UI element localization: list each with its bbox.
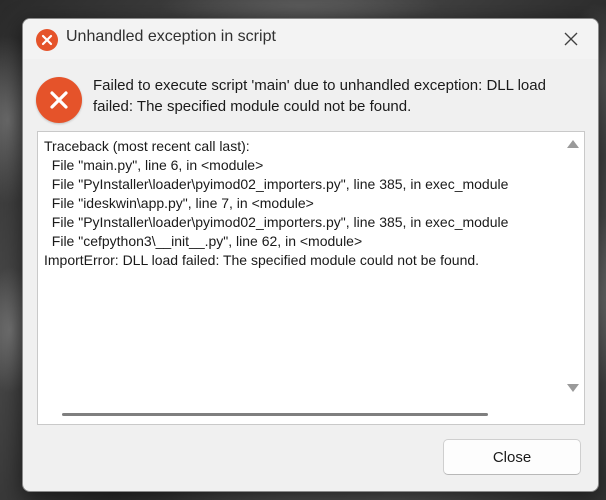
traceback-text: Traceback (most recent call last): File … [44,137,552,387]
traceback-line: File "main.py", line 6, in <module> [44,157,264,173]
scroll-down-arrow-icon[interactable] [567,384,579,392]
window-close-button[interactable] [556,25,586,53]
traceback-line: Traceback (most recent call last): [44,138,250,154]
traceback-textbox[interactable]: Traceback (most recent call last): File … [37,131,585,425]
traceback-line: File "cefpython3\__init__.py", line 62, … [44,233,363,249]
scroll-up-arrow-icon[interactable] [567,140,579,148]
horizontal-scrollbar[interactable] [38,407,562,424]
traceback-line: ImportError: DLL load failed: The specif… [44,252,480,268]
error-icon [36,77,82,123]
traceback-line: File "PyInstaller\loader\pyimod02_import… [44,214,509,230]
horizontal-scrollbar-thumb[interactable] [62,413,488,416]
traceback-line: File "ideskwin\app.py", line 7, in <modu… [44,195,314,211]
traceback-line: File "PyInstaller\loader\pyimod02_import… [44,176,509,192]
error-message: Failed to execute script 'main' due to u… [93,77,546,115]
title-bar[interactable]: Unhandled exception in script [23,19,598,59]
vertical-scrollbar[interactable] [562,132,583,407]
error-dialog: Unhandled exception in script Failed to … [22,18,599,492]
window-title: Unhandled exception in script [66,28,276,45]
close-button[interactable]: Close [443,439,581,475]
error-icon [36,29,58,51]
message-area: Failed to execute script 'main' due to u… [23,59,598,125]
